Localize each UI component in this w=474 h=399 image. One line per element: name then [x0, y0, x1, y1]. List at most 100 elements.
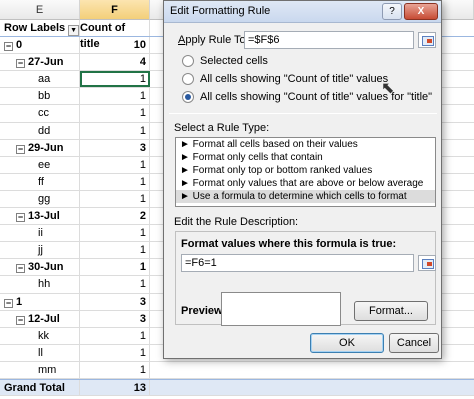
rule-type-item[interactable]: ► Format only top or bottom ranked value… [176, 164, 435, 177]
row-label-cell[interactable]: −12-Jul [0, 310, 80, 327]
preview-label: Preview: [181, 305, 227, 317]
count-cell[interactable]: 13 [80, 379, 150, 396]
row-label-cell[interactable]: ll [0, 344, 80, 361]
apply-rule-to-input[interactable]: =$F$6 [244, 31, 414, 49]
row-label-cell[interactable]: −27-Jun [0, 54, 80, 71]
count-cell[interactable]: 2 [80, 208, 150, 225]
ok-button[interactable]: OK [310, 333, 384, 353]
row-label-cell[interactable]: cc [0, 105, 80, 122]
radio-all-values[interactable] [182, 73, 194, 85]
collapse-toggle-icon[interactable]: − [4, 42, 13, 52]
row-label-cell[interactable]: Grand Total [0, 379, 80, 396]
collapse-toggle-icon[interactable]: − [16, 264, 25, 274]
dialog-title: Edit Formatting Rule [170, 5, 271, 17]
row-label-text: Grand Total [4, 381, 65, 394]
column-header-e[interactable]: E [0, 0, 80, 20]
count-cell[interactable]: 1 [80, 259, 150, 276]
row-label-cell[interactable]: jj [0, 242, 80, 259]
collapse-formula-icon[interactable] [418, 255, 436, 271]
column-header-f[interactable]: F [80, 0, 150, 20]
collapse-toggle-icon[interactable]: − [16, 213, 25, 223]
radio-values-for-title-label[interactable]: All cells showing "Count of title" value… [200, 91, 432, 103]
dialog-titlebar[interactable]: Edit Formatting Rule ? X [164, 1, 441, 23]
row-label-cell[interactable]: −0 [0, 37, 80, 54]
filter-dropdown-icon[interactable]: ▼ [68, 25, 79, 36]
count-cell[interactable]: 10 [80, 37, 150, 54]
count-cell[interactable]: 1 [80, 344, 150, 361]
formula-input[interactable]: =F6=1 [181, 254, 414, 272]
radio-all-values-label[interactable]: All cells showing "Count of title" value… [200, 73, 388, 85]
count-cell[interactable]: 1 [80, 242, 150, 259]
row-label-text: cc [38, 107, 49, 120]
row-label-text: hh [38, 278, 51, 291]
count-cell[interactable]: Count of title [80, 20, 150, 50]
row-label-text: 29-Jun [28, 141, 64, 154]
row-label-cell[interactable]: −30-Jun [0, 259, 80, 276]
rule-type-label: Select a Rule Type: [174, 122, 270, 134]
count-cell[interactable]: 1 [80, 190, 150, 208]
count-cell[interactable]: 3 [80, 293, 150, 310]
row-label-text: 13-Jul [28, 210, 60, 223]
count-cell[interactable]: 1 [80, 361, 150, 378]
row-label-cell[interactable]: ii [0, 225, 80, 242]
row-label-cell[interactable]: aa [0, 71, 80, 88]
row-label-text: ee [38, 158, 51, 171]
row-label-text: 0 [16, 39, 23, 52]
rule-type-item[interactable]: ► Format only cells that contain [176, 151, 435, 164]
rule-type-item[interactable]: ► Use a formula to determine which cells… [176, 190, 435, 203]
rule-type-list[interactable]: ► Format all cells based on their values… [175, 137, 436, 207]
help-button[interactable]: ? [382, 3, 402, 20]
collapse-toggle-icon[interactable]: − [16, 144, 25, 154]
row-label-cell[interactable]: kk [0, 327, 80, 344]
count-cell[interactable]: 1 [80, 105, 150, 122]
empty-cells[interactable] [150, 380, 474, 395]
radio-selected-cells[interactable] [182, 55, 194, 67]
row-label-cell[interactable]: Row Labels ▼ [0, 20, 80, 37]
collapse-toggle-icon[interactable]: − [4, 298, 13, 308]
radio-selected-cells-label[interactable]: Selected cells [200, 55, 268, 67]
row-label-text: gg [38, 192, 51, 205]
row-label-cell[interactable]: −13-Jul [0, 208, 80, 225]
row-label-cell[interactable]: dd [0, 122, 80, 139]
row-label-cell[interactable]: −29-Jun [0, 139, 80, 156]
count-cell[interactable]: 3 [80, 310, 150, 327]
row-label-cell[interactable]: hh [0, 276, 80, 293]
mouse-cursor-icon: ⬉ [381, 80, 395, 97]
radio-values-for-title[interactable] [182, 91, 194, 103]
row-label-cell[interactable]: ff [0, 173, 80, 190]
count-cell[interactable]: 3 [80, 139, 150, 156]
row-label-text: ll [38, 346, 43, 359]
row-label-cell[interactable]: gg [0, 190, 80, 208]
row-label-cell[interactable]: ee [0, 156, 80, 173]
separator [169, 113, 437, 114]
format-button[interactable]: Format... [354, 301, 428, 321]
rule-type-item[interactable]: ► Format only values that are above or b… [176, 177, 435, 190]
count-cell[interactable]: 1 [80, 276, 150, 293]
count-cell[interactable]: 1 [80, 327, 150, 344]
count-cell[interactable]: 1 [80, 225, 150, 242]
count-cell[interactable]: 1 [80, 71, 150, 88]
count-cell[interactable]: 1 [80, 88, 150, 105]
row-label-cell[interactable]: bb [0, 88, 80, 105]
collapse-toggle-icon[interactable]: − [16, 59, 25, 69]
row-label-cell[interactable]: mm [0, 361, 80, 378]
close-button[interactable]: X [404, 3, 438, 20]
cancel-button[interactable]: Cancel [389, 333, 439, 353]
collapse-range-icon[interactable] [418, 32, 436, 48]
count-cell[interactable]: 4 [80, 54, 150, 71]
row-label-text: mm [38, 363, 57, 376]
count-cell[interactable]: 1 [80, 122, 150, 139]
row-label-cell[interactable]: −1 [0, 293, 80, 310]
rule-type-item[interactable]: ► Format all cells based on their values [176, 138, 435, 151]
edit-description-label: Edit the Rule Description: [174, 216, 299, 228]
empty-cells[interactable] [150, 362, 474, 378]
row-label-text: 27-Jun [28, 56, 64, 69]
count-cell[interactable]: 1 [80, 173, 150, 190]
edit-formatting-rule-dialog: Edit Formatting Rule ? X Apply Rule To: … [163, 0, 442, 359]
row-label-text: kk [38, 329, 49, 342]
table-row: mm 1 [0, 361, 474, 379]
count-cell[interactable]: 1 [80, 156, 150, 173]
collapse-toggle-icon[interactable]: − [16, 315, 25, 325]
row-label-text: jj [38, 244, 43, 257]
row-label-text: dd [38, 124, 51, 137]
